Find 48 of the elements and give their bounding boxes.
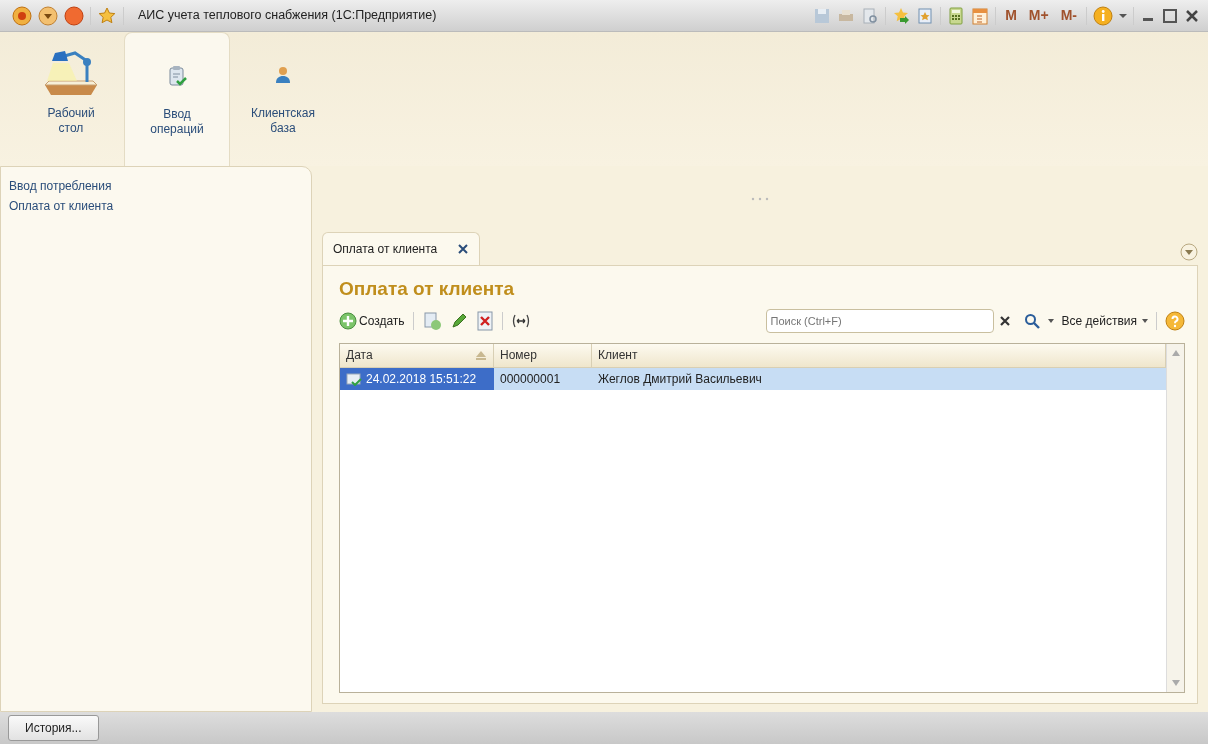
help-icon[interactable] xyxy=(1165,310,1185,331)
section-tab[interactable]: Клиентская база xyxy=(230,32,336,166)
window-title: АИС учета теплового снабжения (1С:Предприятие) xyxy=(138,7,437,25)
section-tab[interactable]: Рабочий стол xyxy=(18,32,124,166)
caret-icon xyxy=(1142,318,1148,323)
column-header[interactable]: Номер xyxy=(494,343,592,367)
maximize-icon[interactable] xyxy=(1162,6,1178,25)
create-button[interactable]: Создать xyxy=(339,311,405,330)
person-icon[interactable] xyxy=(275,66,291,84)
table-row[interactable]: 24.02.2018 15:51:22 000000001 Жеглов Дмитрий Васильевич xyxy=(340,367,1166,390)
clipboard-check-icon[interactable] xyxy=(167,65,187,87)
clear-icon[interactable] xyxy=(999,315,1010,326)
link-arrows-icon[interactable] xyxy=(510,312,531,329)
history-button[interactable]: История... xyxy=(8,715,99,741)
form-title: Оплата от клиента xyxy=(339,278,516,301)
caret-icon[interactable] xyxy=(1119,13,1127,18)
expand-icon[interactable] xyxy=(1180,243,1198,261)
table-cell: 24.02.2018 15:51:22 xyxy=(340,367,494,390)
scroll-down-icon[interactable] xyxy=(1170,678,1181,688)
posted-document-icon xyxy=(346,371,362,386)
record-icon[interactable] xyxy=(64,5,84,26)
memory-button[interactable]: M+ xyxy=(1025,5,1052,26)
caret-icon[interactable] xyxy=(1047,318,1054,323)
star-icon[interactable] xyxy=(97,5,117,26)
column-header[interactable]: Дата xyxy=(340,343,494,367)
dropdown-icon[interactable] xyxy=(38,5,58,26)
table-cell-text: 000000001 xyxy=(499,370,562,388)
drag-handle-icon[interactable] xyxy=(750,197,770,201)
pencil-icon[interactable] xyxy=(449,311,468,330)
delete-mark-icon[interactable] xyxy=(475,310,494,331)
app-logo-icon[interactable] xyxy=(12,5,32,26)
nav-link[interactable]: Оплата от клиента xyxy=(9,197,303,215)
form-tab[interactable]: Оплата от клиента xyxy=(322,232,481,265)
star-arrow-icon[interactable] xyxy=(892,6,911,25)
search-icon[interactable] xyxy=(1023,312,1040,329)
table-cell-text: Жеглов Дмитрий Васильевич xyxy=(597,370,763,388)
calculator-icon[interactable] xyxy=(947,6,966,25)
preview-icon[interactable] xyxy=(861,6,880,25)
info-icon[interactable] xyxy=(1093,5,1113,26)
close-icon[interactable] xyxy=(457,243,470,255)
all-actions-button[interactable]: Все действия xyxy=(1061,311,1148,330)
memory-button[interactable]: M xyxy=(1002,5,1020,26)
search-field[interactable]: Поиск (Ctrl+F) xyxy=(765,308,994,333)
section-tab[interactable]: Ввод операций xyxy=(124,32,230,166)
nav-link[interactable]: Ввод потребления xyxy=(9,177,303,195)
plus-icon xyxy=(339,311,357,330)
calendar-icon[interactable] xyxy=(971,6,990,25)
memory-button[interactable]: M- xyxy=(1057,5,1080,26)
